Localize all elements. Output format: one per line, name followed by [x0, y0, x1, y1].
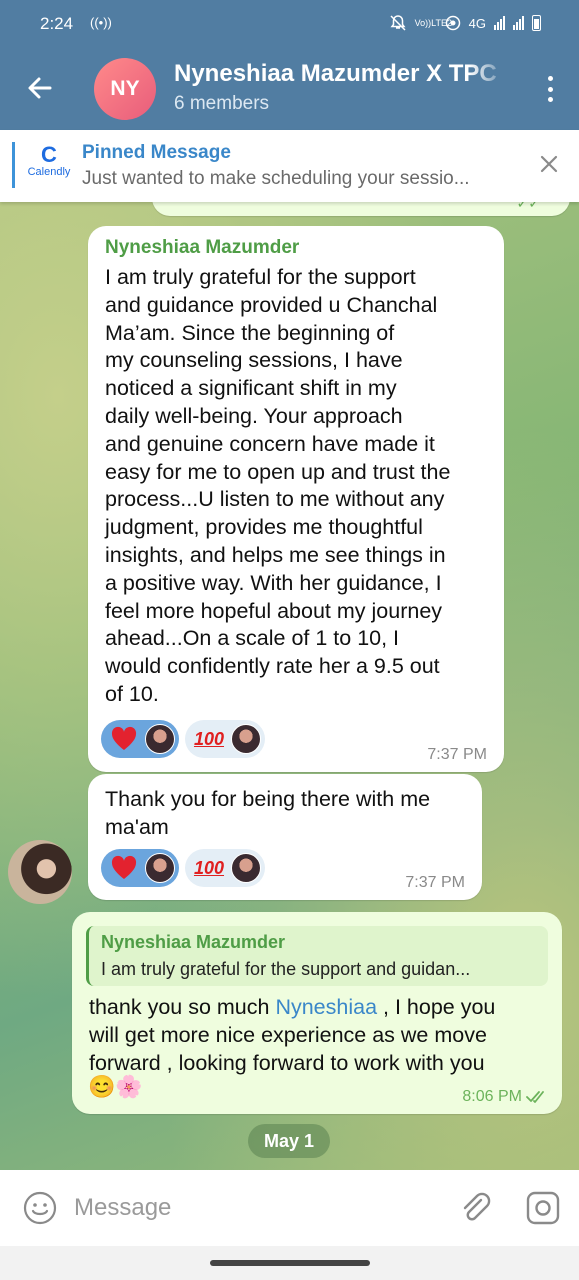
heart-icon — [111, 726, 137, 750]
camera-icon[interactable] — [525, 1190, 561, 1226]
close-icon[interactable] — [537, 152, 561, 176]
member-count: 6 members — [174, 93, 270, 114]
signal-icon-2 — [513, 16, 524, 30]
reactor-avatar — [145, 724, 175, 754]
reactions: 100 — [101, 849, 265, 887]
message-sender: Nyneshiaa Mazumder — [105, 237, 300, 258]
reactor-avatar — [231, 853, 261, 883]
wifi-calling-icon — [445, 15, 460, 31]
chat-header: NY Nyneshiaa Mazumder X TPC 6 members — [0, 48, 579, 130]
message-time: 7:37 PM — [405, 874, 465, 891]
pinned-title: Pinned Message — [82, 142, 231, 163]
reply-text: I am truly grateful for the support and … — [101, 959, 471, 979]
heart-reaction[interactable] — [101, 849, 179, 887]
group-avatar[interactable]: NY — [94, 58, 156, 120]
pin-indicator — [12, 142, 15, 188]
hotspot-status-icon: ((•)) — [90, 15, 112, 30]
emoji-icon[interactable] — [22, 1190, 58, 1226]
date-separator: May 1 — [248, 1124, 330, 1158]
incoming-message[interactable]: Thank you for being there with me ma'am … — [88, 774, 482, 900]
pinned-text: Just wanted to make scheduling your sess… — [82, 168, 470, 189]
hundred-reaction[interactable]: 100 — [185, 720, 265, 758]
sender-avatar[interactable] — [8, 840, 72, 904]
more-options-icon[interactable] — [543, 76, 557, 102]
outgoing-message[interactable]: Nyneshiaa Mazumder I am truly grateful f… — [72, 912, 562, 1114]
mute-icon — [390, 15, 406, 31]
reactor-avatar — [145, 853, 175, 883]
message-text: I am truly grateful for the support and … — [105, 265, 451, 706]
read-receipt-icon: ✓✓ — [516, 202, 540, 211]
message-text: thank you so much Nyneshiaa , I hope you… — [89, 995, 496, 1075]
hundred-points-icon: 100 — [193, 728, 225, 749]
signal-icon — [494, 16, 505, 30]
volte-icon: Vo))LTE2 — [414, 17, 453, 28]
network-type: 4G — [468, 15, 486, 31]
reply-quote[interactable]: Nyneshiaa Mazumder I am truly grateful f… — [86, 926, 548, 986]
chat-title[interactable]: Nyneshiaa Mazumder X TPC — [174, 60, 509, 88]
calendly-logo: C Calendly — [27, 142, 71, 179]
status-bar: 2:24 ((•)) Vo))LTE2 4G — [0, 0, 579, 48]
message-time: 8:06 PM — [462, 1088, 522, 1105]
status-time: 2:24 — [40, 14, 74, 33]
reply-sender: Nyneshiaa Mazumder — [101, 932, 286, 952]
message-emoji: 😊🌸 — [88, 1074, 143, 1099]
mention-link[interactable]: Nyneshiaa — [275, 995, 377, 1019]
chat-area[interactable]: ✓✓ Nyneshiaa Mazumder I am truly gratefu… — [0, 202, 579, 1170]
double-check-icon — [526, 1091, 544, 1103]
home-gesture-bar[interactable] — [210, 1260, 370, 1266]
battery-icon — [532, 15, 541, 31]
attach-icon[interactable] — [457, 1190, 493, 1226]
reactor-avatar — [231, 724, 261, 754]
heart-reaction[interactable] — [101, 720, 179, 758]
message-text: Thank you for being there with me ma'am — [105, 787, 431, 839]
message-time: 7:37 PM — [427, 746, 487, 763]
message-composer — [0, 1170, 579, 1246]
hundred-reaction[interactable]: 100 — [185, 849, 265, 887]
incoming-message[interactable]: Nyneshiaa Mazumder I am truly grateful f… — [88, 226, 504, 772]
status-icons: Vo))LTE2 4G — [389, 14, 541, 32]
reactions: 100 — [101, 720, 265, 758]
heart-icon — [111, 855, 137, 879]
previous-outgoing-message[interactable]: ✓✓ — [152, 202, 570, 216]
system-nav-bar — [0, 1246, 579, 1280]
message-input[interactable] — [74, 1190, 434, 1226]
back-arrow-icon[interactable] — [22, 70, 58, 106]
pinned-message-bar[interactable]: C Calendly Pinned Message Just wanted to… — [0, 130, 579, 202]
hundred-points-icon: 100 — [193, 857, 225, 878]
